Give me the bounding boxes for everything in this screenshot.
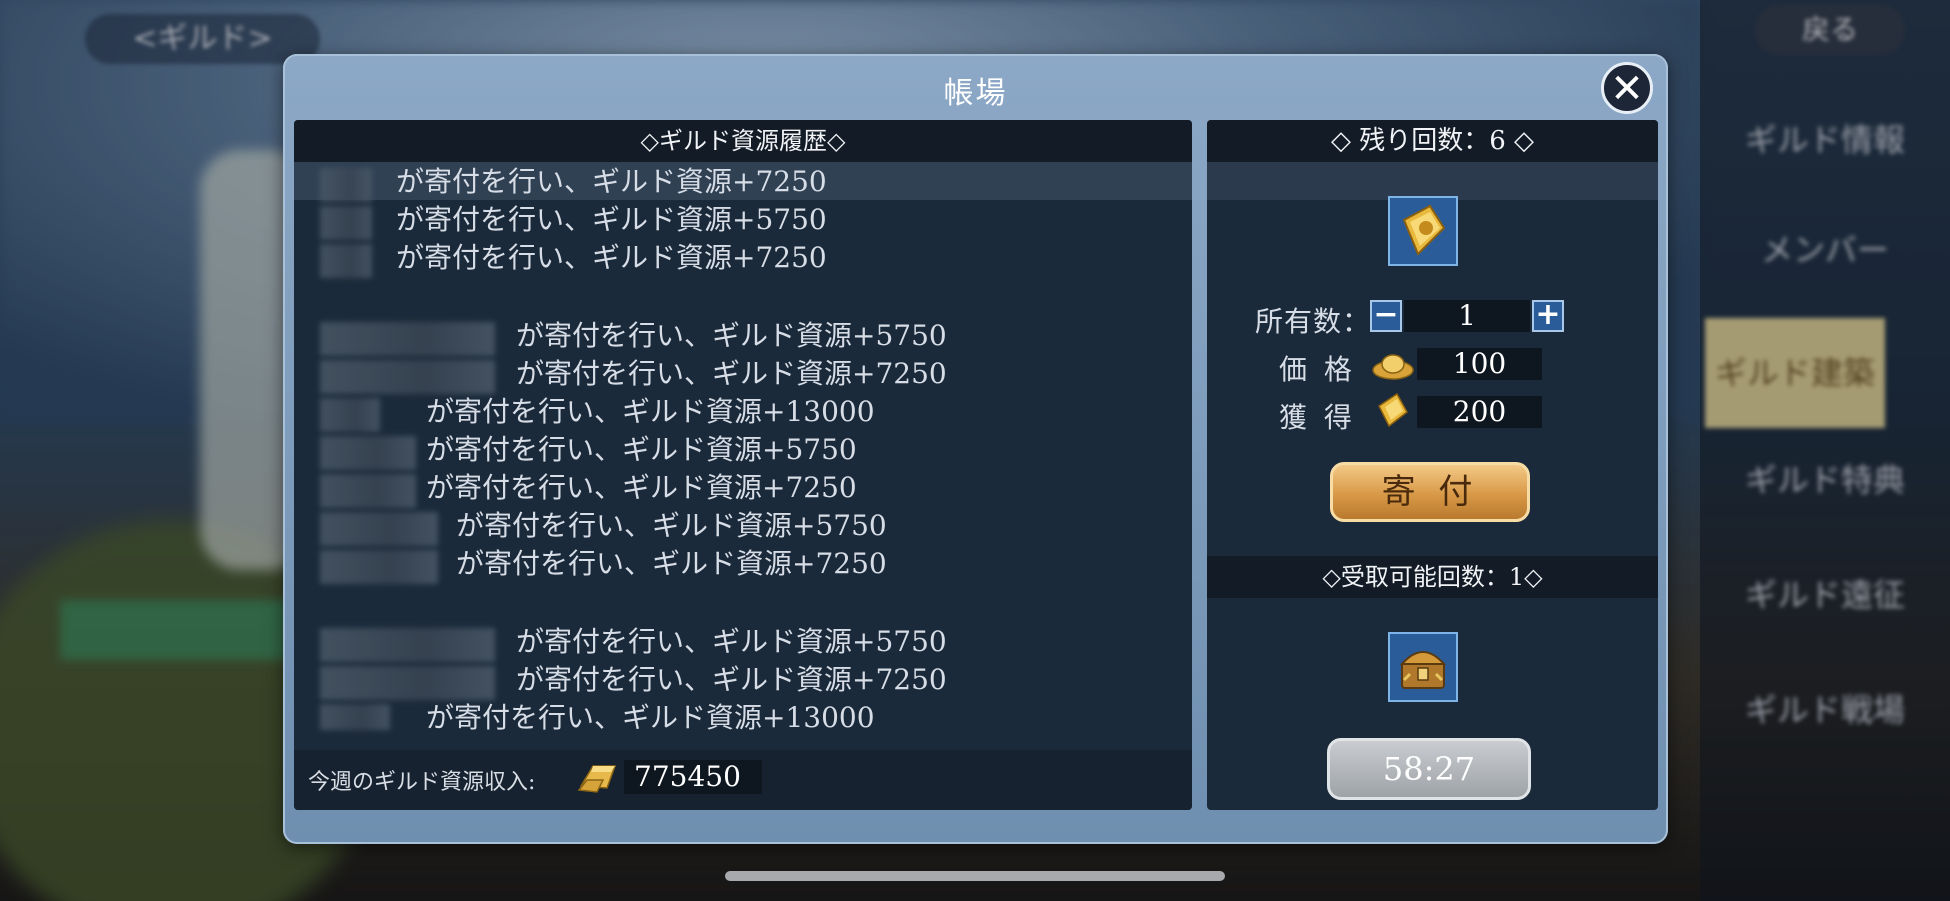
increase-button[interactable]: + bbox=[1532, 300, 1564, 332]
history-row: が寄付を行い、ギルド資源+7250 bbox=[516, 663, 947, 696]
income-footer: 今週のギルド資源収入: 775450 bbox=[294, 750, 1192, 810]
player-name-redacted bbox=[320, 322, 495, 356]
treasure-chest-icon bbox=[1399, 651, 1447, 689]
accounting-dialog: 帳場 ✕ ◇ギルド資源履歴◇ が寄付を行い、ギルド資源+7250 が寄付を行い、… bbox=[283, 54, 1668, 844]
history-row: が寄付を行い、ギルド資源+5750 bbox=[516, 319, 947, 352]
player-name-redacted bbox=[320, 666, 495, 700]
player-name-redacted bbox=[320, 436, 416, 470]
gold-ingot-icon bbox=[577, 765, 617, 793]
minus-icon: − bbox=[1373, 297, 1399, 332]
history-row: が寄付を行い、ギルド資源+7250 bbox=[426, 471, 857, 504]
history-row: が寄付を行い、ギルド資源+13000 bbox=[426, 395, 875, 428]
donate-button[interactable]: 寄 付 bbox=[1330, 462, 1530, 522]
player-name-redacted bbox=[320, 168, 372, 202]
resource-history-panel: ◇ギルド資源履歴◇ が寄付を行い、ギルド資源+7250 が寄付を行い、ギルド資源… bbox=[294, 120, 1192, 810]
plus-icon: + bbox=[1535, 297, 1561, 332]
player-name-redacted bbox=[320, 398, 380, 432]
owned-label: 所有数： bbox=[1255, 305, 1372, 338]
close-icon: ✕ bbox=[1610, 66, 1644, 112]
claim-timer-button[interactable]: 58:27 bbox=[1327, 738, 1531, 800]
player-name-redacted bbox=[320, 244, 372, 278]
close-button[interactable]: ✕ bbox=[1601, 62, 1653, 114]
remaining-count-header: ◇ 残り回数：6 ◇ bbox=[1207, 120, 1658, 162]
weekly-income-label: 今週のギルド資源収入: bbox=[308, 770, 536, 795]
donation-token-slot[interactable] bbox=[1388, 196, 1458, 266]
donate-panel: ◇ 残り回数：6 ◇ 所有数： − 1 + 価 格 100 獲 得 200 寄 … bbox=[1207, 120, 1658, 810]
gain-label: 獲 得 bbox=[1279, 401, 1356, 434]
gold-ingot-icon bbox=[1372, 354, 1414, 380]
history-row: が寄付を行い、ギルド資源+7250 bbox=[516, 357, 947, 390]
history-row: が寄付を行い、ギルド資源+5750 bbox=[426, 433, 857, 466]
gain-value: 200 bbox=[1417, 396, 1542, 428]
player-name-redacted bbox=[320, 628, 495, 662]
history-row: が寄付を行い、ギルド資源+13000 bbox=[426, 701, 875, 734]
history-row: が寄付を行い、ギルド資源+5750 bbox=[516, 625, 947, 658]
home-indicator[interactable] bbox=[725, 871, 1225, 881]
player-name-redacted bbox=[320, 550, 438, 584]
history-row: が寄付を行い、ギルド資源+5750 bbox=[396, 203, 827, 236]
reward-chest-slot[interactable] bbox=[1388, 632, 1458, 702]
gold-token-icon bbox=[1378, 392, 1408, 428]
history-header: ◇ギルド資源履歴◇ bbox=[294, 120, 1192, 162]
history-row: が寄付を行い、ギルド資源+7250 bbox=[396, 241, 827, 274]
player-name-redacted bbox=[320, 474, 416, 508]
history-row: が寄付を行い、ギルド資源+7250 bbox=[396, 165, 827, 198]
player-name-redacted bbox=[320, 512, 438, 546]
weekly-income-value: 775450 bbox=[634, 760, 741, 793]
player-name-redacted bbox=[320, 206, 372, 240]
history-row: が寄付を行い、ギルド資源+5750 bbox=[456, 509, 887, 542]
gold-token-icon bbox=[1402, 204, 1446, 256]
player-name-redacted bbox=[320, 360, 495, 394]
price-value: 100 bbox=[1417, 348, 1542, 380]
history-row: が寄付を行い、ギルド資源+7250 bbox=[456, 547, 887, 580]
donate-highlight-band bbox=[1207, 162, 1658, 200]
claimable-count-header: ◇受取可能回数：1◇ bbox=[1207, 556, 1658, 598]
dialog-title: 帳場 bbox=[943, 76, 1008, 111]
owned-value[interactable]: 1 bbox=[1404, 300, 1530, 332]
history-list[interactable]: が寄付を行い、ギルド資源+7250 が寄付を行い、ギルド資源+5750 が寄付を… bbox=[294, 162, 1192, 734]
player-name-redacted bbox=[320, 704, 390, 730]
decrease-button[interactable]: − bbox=[1370, 300, 1402, 332]
price-label: 価 格 bbox=[1279, 353, 1356, 386]
